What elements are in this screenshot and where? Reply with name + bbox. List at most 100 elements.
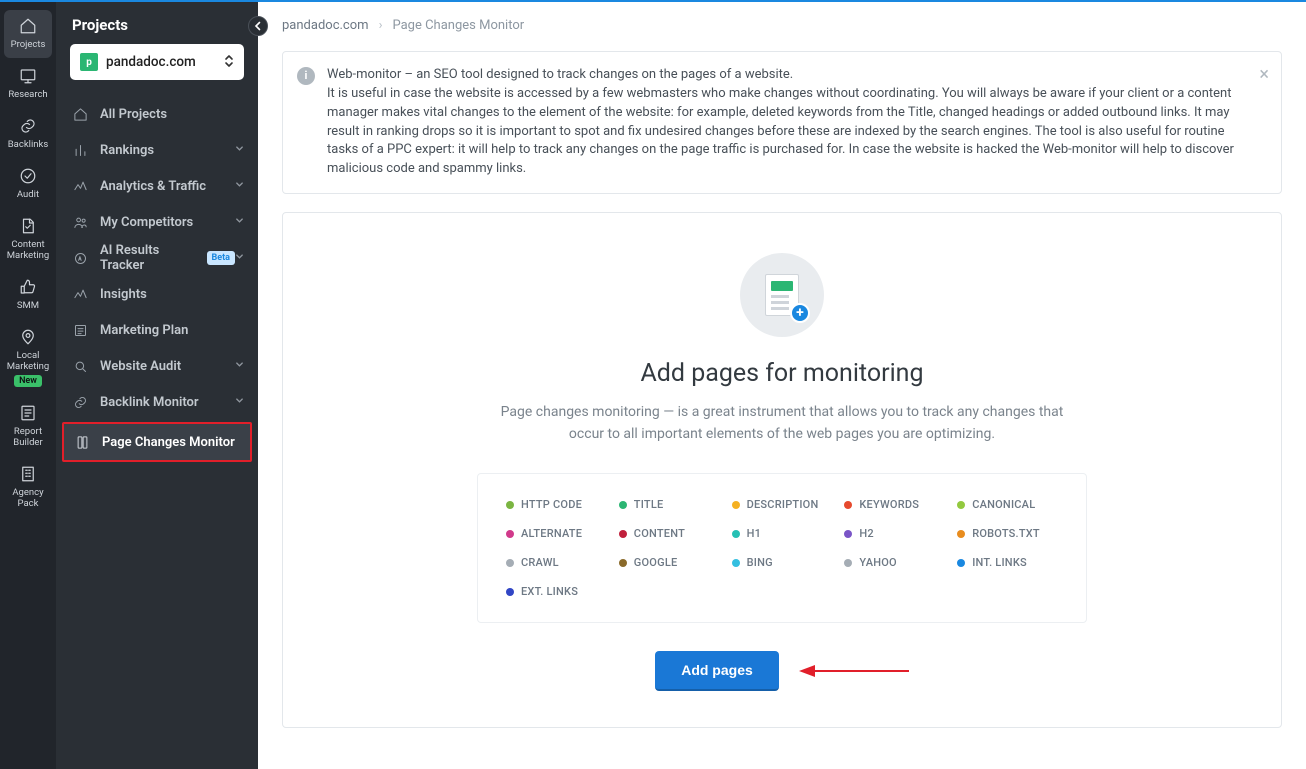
- tag-canonical: CANONICAL: [957, 498, 1058, 511]
- color-dot-icon: [844, 501, 852, 509]
- tag-keywords: KEYWORDS: [844, 498, 945, 511]
- tag-h2: H2: [844, 527, 945, 540]
- chevron-down-icon: [235, 396, 244, 408]
- sidebar-collapse-button[interactable]: [248, 16, 268, 36]
- plan-icon: [70, 323, 90, 338]
- rail-label: Audit: [17, 189, 39, 200]
- tag-label: GOOGLE: [634, 556, 678, 569]
- rail-label: ContentMarketing: [7, 239, 49, 261]
- tag-http-code: HTTP CODE: [506, 498, 607, 511]
- project-selector[interactable]: p pandadoc.com: [70, 44, 244, 80]
- info-callout: i × Web-monitor – an SEO tool designed t…: [282, 51, 1282, 194]
- breadcrumb-root[interactable]: pandadoc.com: [282, 18, 369, 33]
- sidebar-item-my-competitors[interactable]: My Competitors: [56, 204, 258, 240]
- rail-item-content[interactable]: ContentMarketing: [4, 210, 52, 269]
- color-dot-icon: [506, 559, 514, 567]
- tag-label: KEYWORDS: [859, 498, 919, 511]
- color-dot-icon: [506, 501, 514, 509]
- new-badge: New: [14, 375, 42, 387]
- tag-content: CONTENT: [619, 527, 720, 540]
- tag-label: H2: [859, 527, 874, 540]
- color-dot-icon: [506, 530, 514, 538]
- chevron-down-icon: [235, 144, 244, 156]
- project-name: pandadoc.com: [106, 54, 224, 70]
- rail-item-research[interactable]: Research: [4, 60, 52, 108]
- tag-label: BING: [747, 556, 773, 569]
- nav-label: All Projects: [100, 107, 244, 122]
- spark-icon: [70, 287, 90, 302]
- nav-label: My Competitors: [100, 215, 235, 230]
- sidebar-item-backlink-monitor[interactable]: Backlink Monitor: [56, 384, 258, 420]
- sidebar-item-rankings[interactable]: Rankings: [56, 132, 258, 168]
- sidebar-item-website-audit[interactable]: Website Audit: [56, 348, 258, 384]
- monitor-tags-box: HTTP CODETITLEDESCRIPTIONKEYWORDSCANONIC…: [477, 473, 1087, 623]
- chevron-down-icon: [235, 216, 244, 228]
- color-dot-icon: [732, 559, 740, 567]
- building-icon: [18, 464, 38, 484]
- icon-rail: Projects Research Backlinks Audit Conten…: [0, 2, 56, 769]
- pages-icon: [72, 435, 92, 450]
- sidebar-item-analytics-traffic[interactable]: Analytics & Traffic: [56, 168, 258, 204]
- rail-item-agency[interactable]: AgencyPack: [4, 458, 52, 517]
- color-dot-icon: [957, 559, 965, 567]
- tag-ext-links: EXT. LINKS: [506, 585, 607, 598]
- rail-item-backlinks[interactable]: Backlinks: [4, 110, 52, 158]
- tag-yahoo: YAHOO: [844, 556, 945, 569]
- sidebar-item-ai-results-tracker[interactable]: AI Results Tracker Beta: [56, 240, 258, 276]
- sidebar-title: Projects: [56, 2, 258, 44]
- rail-item-audit[interactable]: Audit: [4, 160, 52, 208]
- color-dot-icon: [506, 588, 514, 596]
- sidebar-item-page-changes-monitor[interactable]: Page Changes Monitor: [62, 422, 252, 462]
- tag-label: EXT. LINKS: [521, 585, 578, 598]
- add-pages-button[interactable]: Add pages: [655, 651, 779, 691]
- chain-icon: [70, 395, 90, 410]
- project-logo-icon: p: [80, 53, 98, 71]
- nav-label: Analytics & Traffic: [100, 179, 235, 194]
- beta-badge: Beta: [207, 251, 235, 265]
- rail-item-local[interactable]: LocalMarketing New: [4, 321, 52, 395]
- ai-icon: [70, 251, 90, 266]
- sidebar-item-all-projects[interactable]: All Projects: [56, 96, 258, 132]
- people-icon: [70, 215, 90, 230]
- empty-subtitle: Page changes monitoring — is a great ins…: [482, 402, 1082, 445]
- home-icon: [18, 16, 38, 36]
- rail-item-smm[interactable]: SMM: [4, 271, 52, 319]
- close-icon[interactable]: ×: [1259, 62, 1269, 88]
- thumb-icon: [18, 277, 38, 297]
- sidebar-item-insights[interactable]: Insights: [56, 276, 258, 312]
- bars-icon: [70, 143, 90, 158]
- color-dot-icon: [619, 501, 627, 509]
- chevron-down-icon: [235, 180, 244, 192]
- tag-google: GOOGLE: [619, 556, 720, 569]
- empty-title: Add pages for monitoring: [313, 359, 1251, 388]
- nav-label: Insights: [100, 287, 244, 302]
- sidebar-item-marketing-plan[interactable]: Marketing Plan: [56, 312, 258, 348]
- chevron-updown-icon: [224, 54, 234, 71]
- color-dot-icon: [619, 559, 627, 567]
- color-dot-icon: [844, 559, 852, 567]
- tag-h1: H1: [732, 527, 833, 540]
- annotation-arrow-icon: [799, 661, 909, 681]
- tag-label: DESCRIPTION: [747, 498, 819, 511]
- nav-label: Marketing Plan: [100, 323, 244, 338]
- rail-label: Research: [8, 89, 47, 100]
- rail-item-report[interactable]: ReportBuilder: [4, 397, 52, 456]
- nav-label: Rankings: [100, 143, 235, 158]
- color-dot-icon: [619, 530, 627, 538]
- tag-label: ROBOTS.TXT: [972, 527, 1040, 540]
- color-dot-icon: [844, 530, 852, 538]
- check-icon: [18, 166, 38, 186]
- empty-illustration: +: [740, 253, 824, 337]
- tag-label: CONTENT: [634, 527, 685, 540]
- rail-item-projects[interactable]: Projects: [4, 10, 52, 58]
- wave-icon: [70, 179, 90, 194]
- nav-label: AI Results Tracker: [100, 243, 201, 273]
- info-icon: i: [297, 67, 315, 85]
- tag-description: DESCRIPTION: [732, 498, 833, 511]
- rail-label: LocalMarketing: [7, 350, 49, 372]
- nav-label: Backlink Monitor: [100, 395, 235, 410]
- empty-state-panel: + Add pages for monitoring Page changes …: [282, 212, 1282, 728]
- link-icon: [18, 116, 38, 136]
- nav-label: Website Audit: [100, 359, 235, 374]
- chevron-right-icon: ›: [379, 18, 383, 33]
